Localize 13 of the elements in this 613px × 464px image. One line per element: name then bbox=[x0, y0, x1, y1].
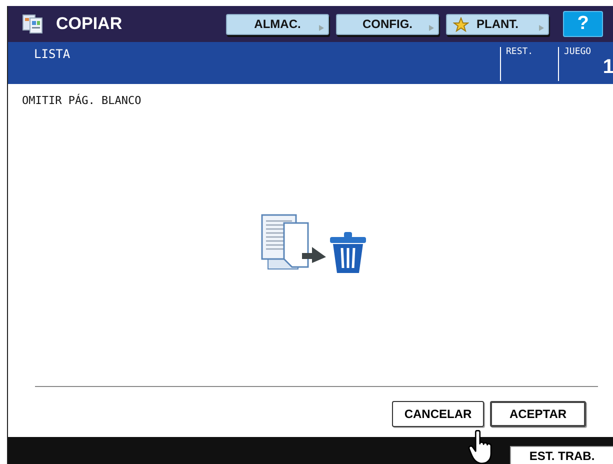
star-icon bbox=[453, 16, 469, 32]
tab-button[interactable]: ALMAC. bbox=[226, 14, 329, 34]
tab-button[interactable]: CONFIG. bbox=[336, 14, 439, 34]
action-button[interactable]: CANCELAR bbox=[392, 401, 484, 427]
mode-label: LISTA bbox=[33, 46, 72, 63]
setting-title: OMITIR PÁG. BLANCO bbox=[22, 94, 142, 107]
sets-label: JUEGO bbox=[564, 47, 592, 57]
tab-button[interactable]: PLANT. bbox=[446, 14, 549, 34]
remaining-label: REST. bbox=[506, 47, 534, 57]
action-button[interactable]: ACEPTAR bbox=[490, 401, 586, 427]
copy-icon bbox=[22, 14, 44, 34]
app-title: COPIAR bbox=[56, 14, 122, 34]
job-status-button[interactable]: EST. TRAB. bbox=[510, 446, 613, 464]
